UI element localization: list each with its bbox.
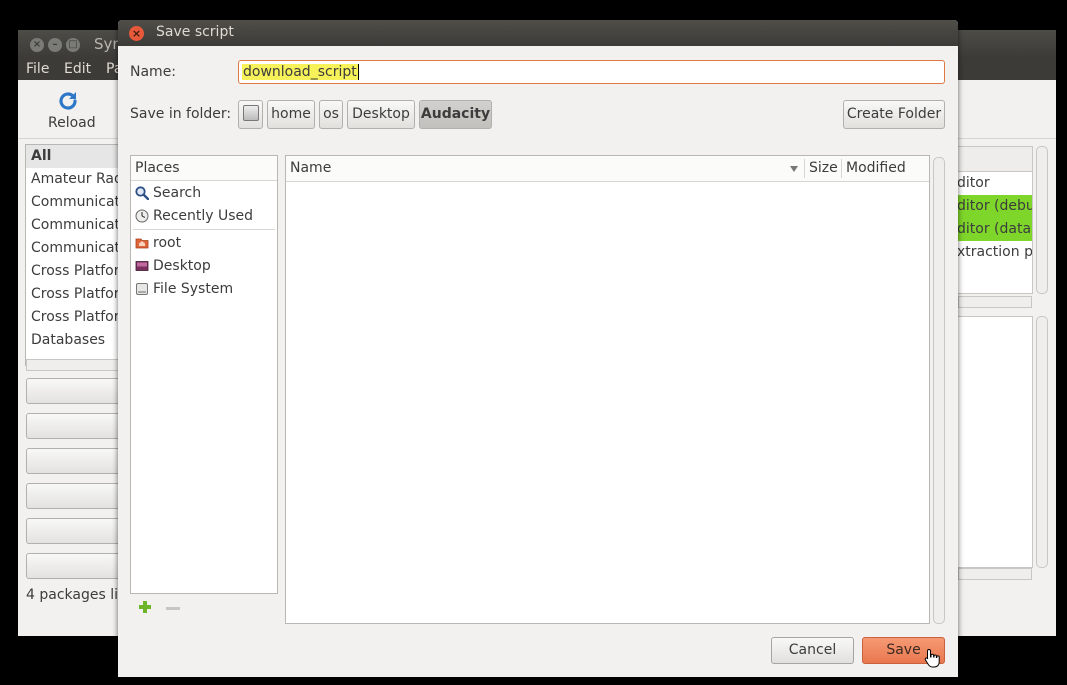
place-label: root bbox=[153, 235, 182, 251]
package-description bbox=[956, 316, 1033, 568]
add-bookmark-icon[interactable] bbox=[138, 600, 152, 614]
hand-pointer-icon bbox=[924, 648, 940, 668]
save-in-folder-label: Save in folder: bbox=[130, 106, 232, 122]
name-label: Name: bbox=[130, 64, 177, 80]
dialog-titlebar: × Save script bbox=[118, 20, 958, 46]
description-vscrollbar[interactable] bbox=[1036, 316, 1048, 568]
places-separator bbox=[133, 229, 275, 230]
drive-icon bbox=[136, 283, 148, 295]
place-search[interactable]: Search bbox=[131, 182, 277, 204]
filename-input[interactable]: download_script bbox=[238, 60, 945, 84]
desktop-icon bbox=[135, 261, 149, 271]
place-label: Search bbox=[153, 185, 202, 201]
package-vscrollbar[interactable] bbox=[1036, 146, 1048, 294]
package-row[interactable]: xtraction pl bbox=[957, 241, 1032, 264]
breadcrumb-audacity[interactable]: Audacity bbox=[419, 100, 492, 129]
place-label: File System bbox=[153, 281, 234, 297]
breadcrumb-desktop[interactable]: Desktop bbox=[347, 100, 415, 129]
remove-bookmark-icon[interactable] bbox=[166, 607, 180, 610]
sort-descending-icon bbox=[790, 166, 798, 172]
file-list-header: Name Size Modified bbox=[286, 156, 929, 182]
place-label: Recently Used bbox=[153, 208, 254, 224]
close-icon[interactable]: × bbox=[129, 26, 144, 41]
package-list: ditor ditor (debu ditor (data) xtraction… bbox=[956, 146, 1033, 294]
place-root[interactable]: root bbox=[131, 232, 277, 254]
place-desktop[interactable]: Desktop bbox=[131, 255, 277, 277]
close-icon[interactable]: × bbox=[30, 38, 44, 52]
places-pane: Places Search Recently Used root Desktop… bbox=[130, 155, 278, 594]
category-hscrollbar[interactable] bbox=[26, 359, 128, 371]
home-folder-icon bbox=[135, 238, 149, 249]
package-row[interactable]: ditor (debu bbox=[957, 195, 1032, 218]
menu-file[interactable]: File bbox=[26, 61, 49, 77]
breadcrumb-os[interactable]: os bbox=[319, 100, 343, 129]
breadcrumb-home[interactable]: home bbox=[267, 100, 315, 129]
description-hscrollbar[interactable] bbox=[958, 568, 1032, 580]
place-recently-used[interactable]: Recently Used bbox=[131, 205, 277, 227]
filename-value[interactable]: download_script bbox=[242, 64, 359, 80]
drive-icon bbox=[242, 105, 259, 121]
maximize-icon[interactable]: □ bbox=[66, 38, 80, 52]
place-file-system[interactable]: File System bbox=[131, 278, 277, 300]
create-folder-button[interactable]: Create Folder bbox=[843, 100, 945, 129]
breadcrumb-root[interactable] bbox=[238, 100, 263, 129]
column-size[interactable]: Size bbox=[805, 156, 841, 181]
package-hscrollbar[interactable] bbox=[958, 296, 1032, 308]
reload-button-label[interactable]: Reload bbox=[48, 115, 96, 131]
package-list-header bbox=[957, 147, 1032, 172]
package-row[interactable]: ditor (data) bbox=[957, 218, 1032, 241]
search-icon bbox=[135, 186, 149, 200]
pane-resize-handle[interactable] bbox=[278, 155, 284, 644]
reload-icon[interactable] bbox=[56, 89, 80, 113]
place-label: Desktop bbox=[153, 258, 211, 274]
column-name[interactable]: Name bbox=[286, 156, 804, 181]
places-header[interactable]: Places bbox=[131, 156, 277, 181]
package-row[interactable]: ditor bbox=[957, 172, 1032, 195]
cancel-button[interactable]: Cancel bbox=[771, 637, 854, 664]
recent-icon bbox=[135, 209, 149, 223]
file-list-scrollbar[interactable] bbox=[933, 157, 945, 624]
dialog-title: Save script bbox=[156, 24, 234, 40]
save-dialog: × Save script Name: download_script Save… bbox=[118, 20, 958, 677]
file-list[interactable]: Name Size Modified bbox=[285, 155, 930, 624]
minimize-icon[interactable]: – bbox=[48, 38, 62, 52]
column-modified[interactable]: Modified bbox=[842, 156, 929, 181]
menu-edit[interactable]: Edit bbox=[64, 61, 91, 77]
